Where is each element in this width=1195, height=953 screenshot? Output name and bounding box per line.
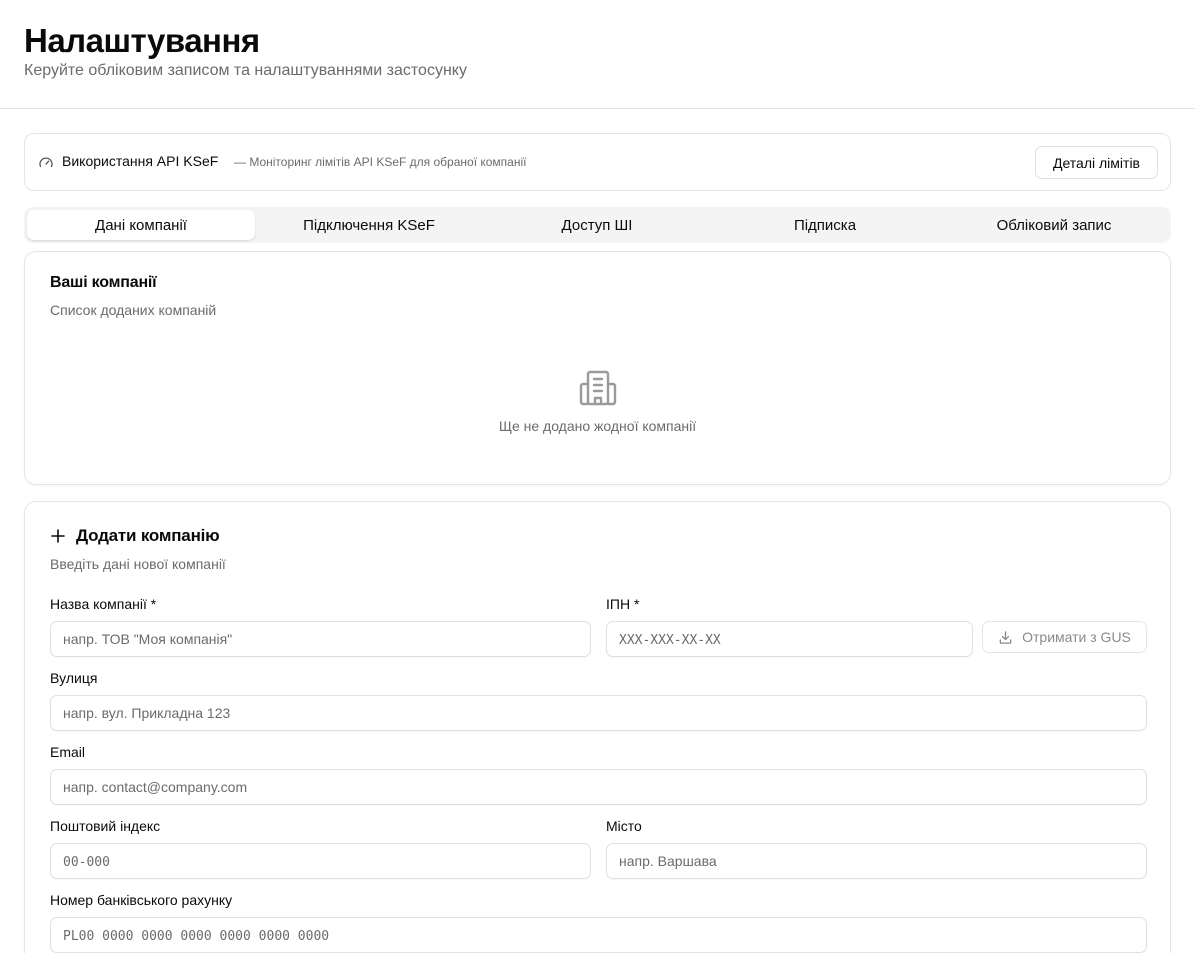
bank-account-label: Номер банківського рахунку <box>50 892 233 908</box>
settings-tabs: Дані компанії Підключення KSeF Доступ ШІ… <box>24 207 1171 243</box>
street-label: Вулиця <box>50 670 98 686</box>
limits-details-button[interactable]: Деталі лімітів <box>1035 146 1158 179</box>
city-label: Місто <box>606 818 642 834</box>
companies-description: Список доданих компаній <box>50 302 217 318</box>
tax-id-input[interactable] <box>606 621 973 657</box>
building-icon <box>579 370 617 406</box>
tab-subscription[interactable]: Підписка <box>711 210 939 240</box>
tab-account[interactable]: Обліковий запис <box>940 210 1168 240</box>
companies-card: Ваші компанії Список доданих компаній Ще… <box>24 251 1171 485</box>
api-usage-bar: Використання API KSeF — Моніторинг ліміт… <box>24 133 1171 191</box>
fetch-gus-button[interactable]: Отримати з GUS <box>982 621 1147 653</box>
company-name-input[interactable] <box>50 621 591 657</box>
api-usage-title: Використання API KSeF <box>62 153 219 169</box>
fetch-gus-label: Отримати з GUS <box>1022 629 1131 645</box>
email-label: Email <box>50 744 86 760</box>
add-company-card: Додати компанію Введіть дані нової компа… <box>24 501 1171 953</box>
download-icon <box>999 630 1012 644</box>
add-company-title: Додати компанію <box>76 526 220 545</box>
email-input[interactable] <box>50 769 1147 805</box>
api-usage-description: — Моніторинг лімітів API KSeF для обрано… <box>234 155 527 169</box>
postal-code-label: Поштовий індекс <box>50 818 161 834</box>
empty-state-text: Ще не додано жодної компанії <box>498 418 697 434</box>
postal-code-input[interactable] <box>50 843 591 879</box>
add-company-heading: Додати компанію <box>50 526 220 546</box>
companies-title: Ваші компанії <box>50 274 157 291</box>
page-header: Налаштування Керуйте обліковим записом т… <box>0 0 1195 109</box>
bank-account-input[interactable] <box>50 917 1147 953</box>
company-name-label: Назва компанії * <box>50 596 157 612</box>
city-input[interactable] <box>606 843 1147 879</box>
tab-company-data[interactable]: Дані компанії <box>27 210 255 240</box>
plus-icon <box>51 529 65 543</box>
tax-id-label: ІПН * <box>606 596 640 612</box>
gauge-icon <box>39 157 53 168</box>
page-subtitle: Керуйте обліковим записом та налаштуванн… <box>24 62 467 79</box>
page-title: Налаштування <box>24 22 260 59</box>
street-input[interactable] <box>50 695 1147 731</box>
tab-ai-access[interactable]: Доступ ШІ <box>483 210 711 240</box>
tab-ksef-connection[interactable]: Підключення KSeF <box>255 210 483 240</box>
add-company-description: Введіть дані нової компанії <box>50 556 226 572</box>
